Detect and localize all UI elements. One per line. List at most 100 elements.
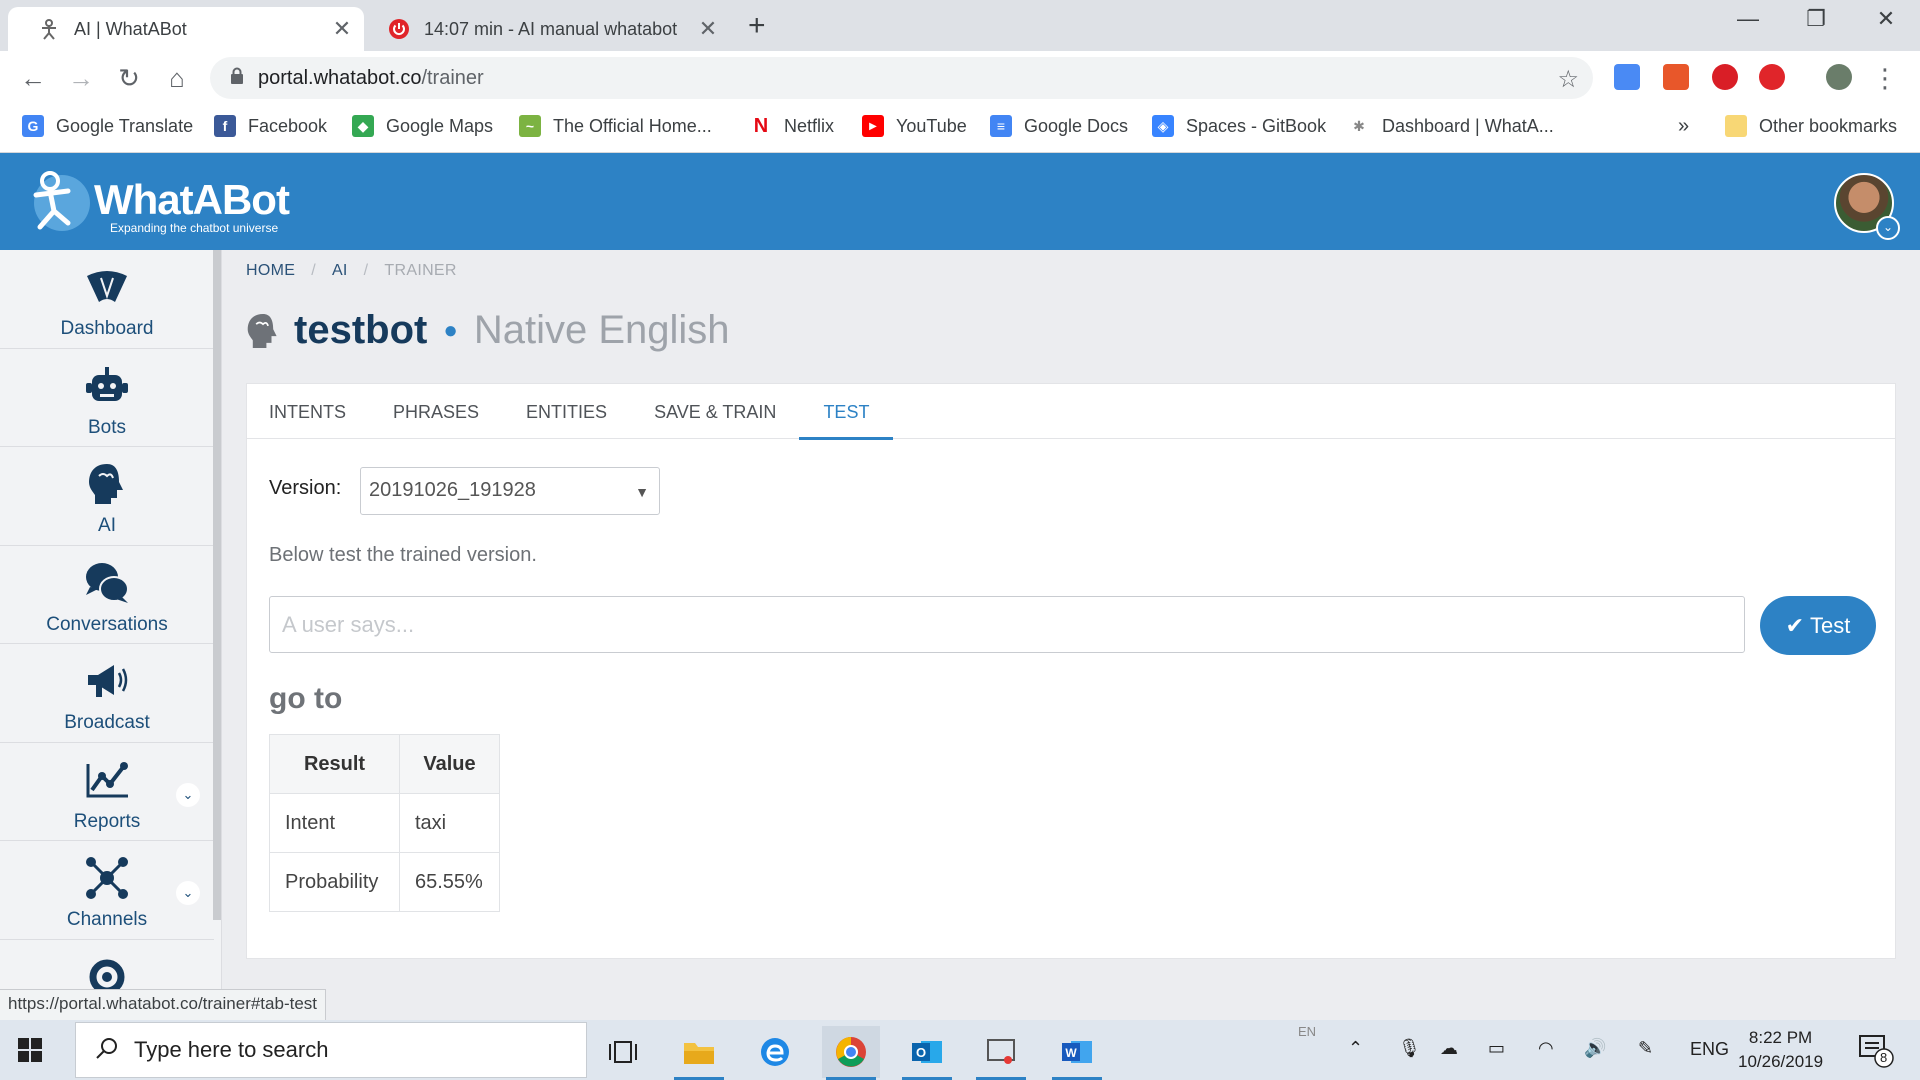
chevron-down-icon[interactable]: ⌄ xyxy=(1876,216,1900,240)
office-ext-icon[interactable] xyxy=(1663,64,1689,90)
netflix-icon: N xyxy=(750,115,772,137)
pen-icon[interactable]: ✎ xyxy=(1638,1038,1653,1059)
google-translate-ext-icon[interactable] xyxy=(1614,64,1640,90)
bookmark-facebook[interactable]: f Facebook xyxy=(214,115,327,137)
site-icon: ~ xyxy=(519,115,541,137)
value-cell: 65.55% xyxy=(399,852,500,912)
trainer-card: INTENTS PHRASES ENTITIES SAVE & TRAIN TE… xyxy=(246,383,1896,959)
bookmark-youtube[interactable]: ▶ YouTube xyxy=(862,115,967,137)
browser-tab-title: 14:07 min - AI manual whatabot xyxy=(424,18,678,39)
svg-text:O: O xyxy=(916,1045,926,1060)
table-row: Intent taxi xyxy=(269,793,500,853)
bookmark-official-home[interactable]: ~ The Official Home... xyxy=(519,115,712,137)
result-cell: Probability xyxy=(269,852,400,912)
adblock-ext-icon[interactable] xyxy=(1712,64,1738,90)
sidebar-item-reports[interactable]: Reports ⌄ xyxy=(0,743,214,841)
bookmark-google-translate[interactable]: G Google Translate xyxy=(22,115,193,137)
breadcrumb-trainer: TRAINER xyxy=(384,262,457,279)
bookmark-star-icon[interactable]: ☆ xyxy=(1557,65,1579,94)
bookmark-gitbook[interactable]: ◈ Spaces - GitBook xyxy=(1152,115,1326,137)
sidebar-item-channels[interactable]: Channels ⌄ xyxy=(0,841,214,940)
other-bookmarks-folder[interactable]: Other bookmarks xyxy=(1725,115,1897,137)
megaphone-icon xyxy=(82,658,132,704)
facebook-icon: f xyxy=(214,115,236,137)
edge-browser-icon[interactable] xyxy=(746,1026,804,1078)
sidebar-item-broadcast[interactable]: Broadcast xyxy=(0,644,214,743)
reload-icon[interactable]: ↻ xyxy=(112,61,146,95)
language-indicator[interactable]: ENG xyxy=(1690,1039,1729,1060)
tab-intents[interactable]: INTENTS xyxy=(269,384,346,438)
chevron-down-icon[interactable]: ⌄ xyxy=(176,782,200,807)
value-cell: taxi xyxy=(399,793,500,853)
breadcrumb: HOME / AI / TRAINER xyxy=(246,262,457,280)
google-translate-icon: G xyxy=(22,115,44,137)
onedrive-cloud-icon[interactable]: ☁ xyxy=(1440,1038,1458,1059)
forward-arrow-icon[interactable]: → xyxy=(64,61,98,95)
file-explorer-icon[interactable] xyxy=(670,1026,728,1080)
tab-phrases[interactable]: PHRASES xyxy=(393,384,479,438)
minimize-window-icon[interactable]: — xyxy=(1718,6,1778,32)
test-button[interactable]: ✔ Test xyxy=(1760,596,1876,655)
close-tab-icon[interactable]: ✕ xyxy=(694,16,722,42)
action-center-notification-icon[interactable]: 8 xyxy=(1858,1034,1894,1073)
gitbook-icon: ◈ xyxy=(1152,115,1174,137)
sidebar-scrollbar[interactable] xyxy=(213,250,221,920)
sidebar-item-dashboard[interactable]: Dashboard xyxy=(0,250,214,349)
table-row: Probability 65.55% xyxy=(269,852,500,912)
bookmark-dashboard-whatabot[interactable]: ✱ Dashboard | WhatA... xyxy=(1348,115,1554,137)
snipping-tool-icon[interactable] xyxy=(972,1026,1030,1080)
brain-head-icon xyxy=(82,461,132,507)
bookmarks-overflow-button[interactable]: » xyxy=(1678,115,1689,138)
tab-save-train[interactable]: SAVE & TRAIN xyxy=(654,384,776,438)
version-value: 20191026_191928 xyxy=(369,479,536,501)
outlook-icon[interactable]: O xyxy=(898,1026,956,1080)
home-icon[interactable]: ⌂ xyxy=(160,61,194,95)
breadcrumb-ai[interactable]: AI xyxy=(332,262,348,280)
browser-tab-video[interactable]: 14:07 min - AI manual whatabot ✕ xyxy=(364,7,730,51)
tab-test[interactable]: TEST xyxy=(799,384,894,440)
tab-entities[interactable]: ENTITIES xyxy=(526,384,607,438)
task-view-icon[interactable] xyxy=(594,1026,652,1078)
taskbar-clock[interactable]: 8:22 PM 10/26/2019 xyxy=(1738,1026,1823,1074)
bookmark-google-maps[interactable]: ◆ Google Maps xyxy=(352,115,493,137)
sidebar-item-bots[interactable]: Bots xyxy=(0,349,214,447)
bookmark-netflix[interactable]: N Netflix xyxy=(750,115,834,137)
user-says-input[interactable] xyxy=(269,596,1745,653)
network-icon xyxy=(82,855,132,901)
close-window-icon[interactable]: ✕ xyxy=(1856,6,1916,32)
address-bar[interactable]: portal.whatabot.co/trainer ☆ xyxy=(210,57,1593,99)
bookmarks-bar: G Google Translate f Facebook ◆ Google Maps… xyxy=(0,105,1920,153)
youtube-icon: ▶ xyxy=(862,115,884,137)
breadcrumb-home[interactable]: HOME xyxy=(246,262,295,280)
show-hidden-icons-caret-icon[interactable]: ⌃ xyxy=(1348,1038,1363,1059)
back-arrow-icon[interactable]: ← xyxy=(16,61,50,95)
app-header: WhatABot Expanding the chatbot universe … xyxy=(0,153,1920,250)
brain-head-icon xyxy=(247,313,277,348)
taskbar-search[interactable]: Type here to search xyxy=(75,1022,587,1078)
sidebar-item-conversations[interactable]: Conversations xyxy=(0,546,214,644)
profile-avatar-icon[interactable] xyxy=(1826,64,1852,90)
bookmark-google-docs[interactable]: ≡ Google Docs xyxy=(990,115,1128,137)
microphone-icon[interactable]: 🎙 xyxy=(1398,1038,1421,1059)
whatabot-logo[interactable]: WhatABot Expanding the chatbot universe xyxy=(28,165,290,235)
sidebar-item-ai[interactable]: AI xyxy=(0,447,214,546)
browser-menu-icon[interactable]: ⋮ xyxy=(1868,61,1902,95)
word-icon[interactable]: W xyxy=(1048,1026,1106,1080)
battery-icon[interactable]: ▭ xyxy=(1488,1038,1505,1059)
robot-icon xyxy=(82,363,132,409)
chrome-icon[interactable] xyxy=(822,1026,880,1080)
power-ext-icon[interactable] xyxy=(1759,64,1785,90)
checkmark-icon: ✔ xyxy=(1785,612,1805,638)
volume-icon[interactable]: 🔊 xyxy=(1584,1038,1606,1059)
windows-start-icon[interactable] xyxy=(18,1038,42,1067)
wifi-icon[interactable]: ◠ xyxy=(1538,1038,1554,1059)
version-select[interactable]: 20191026_191928 ▼ xyxy=(360,467,660,515)
restore-window-icon[interactable]: ❐ xyxy=(1786,6,1846,32)
new-tab-plus-icon[interactable]: + xyxy=(748,9,766,43)
browser-tab-whatabot[interactable]: AI | WhatABot ✕ xyxy=(8,7,364,51)
lock-icon xyxy=(230,67,244,90)
search-icon xyxy=(96,1037,118,1064)
close-tab-icon[interactable]: ✕ xyxy=(328,16,356,42)
url-text: portal.whatabot.co/trainer xyxy=(258,66,484,89)
chevron-down-icon[interactable]: ⌄ xyxy=(176,881,200,905)
